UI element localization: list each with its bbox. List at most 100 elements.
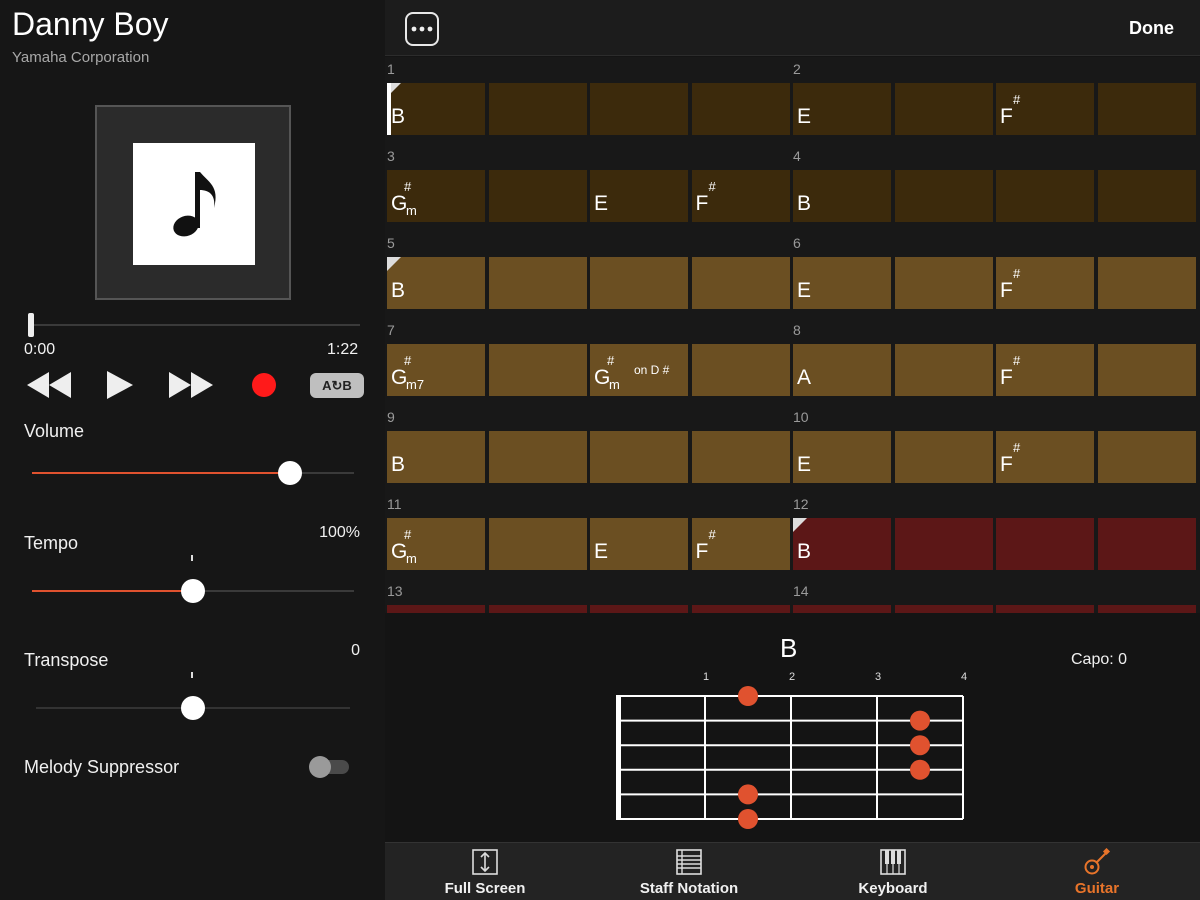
beat-cell[interactable]: G # m7 [387, 344, 485, 396]
play-button[interactable] [102, 370, 138, 400]
measure-13: 13 [387, 579, 793, 613]
volume-thumb[interactable] [277, 461, 302, 485]
progress-track[interactable] [32, 324, 360, 326]
done-button[interactable]: Done [1129, 18, 1174, 39]
chord-sharp: # [1013, 353, 1021, 368]
record-button[interactable] [250, 370, 278, 400]
beat-cell[interactable] [488, 605, 587, 613]
beat-cell[interactable] [996, 518, 1094, 570]
nav-keyboard[interactable]: Keyboard [793, 843, 993, 900]
beat-cell[interactable] [488, 431, 587, 483]
volume-fill [32, 472, 290, 474]
beat-cell[interactable] [894, 518, 993, 570]
beat-cell[interactable] [996, 605, 1094, 613]
chord-sharp: # [708, 527, 716, 542]
measure-1: 1B [387, 57, 793, 144]
beat-cell[interactable] [691, 83, 790, 135]
beat-cell[interactable] [996, 170, 1094, 222]
beat-cell[interactable]: F # [996, 344, 1094, 396]
record-icon [252, 373, 276, 397]
beat-cell[interactable] [894, 344, 993, 396]
beat-cell[interactable] [1097, 83, 1196, 135]
volume-slider[interactable] [32, 461, 354, 485]
ab-repeat-button[interactable]: A↻B [310, 373, 364, 398]
more-menu-button[interactable] [405, 12, 439, 46]
beat-cell[interactable] [691, 257, 790, 309]
beat-cell[interactable] [488, 83, 587, 135]
chord-root: B [797, 192, 812, 215]
beat-cell[interactable] [691, 431, 790, 483]
rewind-button[interactable] [26, 370, 72, 400]
beat-cell[interactable]: B [793, 518, 891, 570]
measure-number: 7 [387, 322, 395, 338]
beat-cell[interactable] [1097, 344, 1196, 396]
chord-root: A [797, 366, 812, 389]
beat-cell[interactable]: B [387, 431, 485, 483]
tempo-slider[interactable] [32, 579, 354, 603]
beat-cell[interactable]: E [793, 257, 891, 309]
chord-sharp: # [404, 353, 412, 368]
beat-cell[interactable] [590, 257, 688, 309]
beat-cell[interactable] [894, 83, 993, 135]
melody-suppressor-toggle[interactable] [309, 756, 349, 778]
beat-cell[interactable]: E [793, 83, 891, 135]
beat-cell[interactable] [691, 605, 790, 613]
chord-root: F [1000, 453, 1013, 476]
beat-cell[interactable]: B [387, 257, 485, 309]
beat-cell[interactable] [1097, 257, 1196, 309]
beat-cell[interactable] [691, 344, 790, 396]
beat-cell[interactable]: G # m [387, 518, 485, 570]
measure-number: 6 [793, 235, 801, 251]
beat-cell[interactable]: E [590, 518, 688, 570]
beat-cell[interactable] [1097, 605, 1196, 613]
measure-12: 12 B [793, 492, 1199, 579]
beat-cell[interactable]: G # m on D # [590, 344, 688, 396]
transpose-slider[interactable] [36, 696, 350, 720]
beat-cell[interactable] [1097, 170, 1196, 222]
beat-cell[interactable] [894, 170, 993, 222]
beat-cell[interactable]: F # [996, 257, 1094, 309]
beat-cell[interactable] [894, 431, 993, 483]
chord-sharp: # [708, 179, 716, 194]
beat-cell[interactable]: E [793, 431, 891, 483]
beat-cell[interactable] [590, 83, 688, 135]
beat-cell[interactable]: F # [996, 83, 1094, 135]
beat-cell[interactable] [894, 605, 993, 613]
tempo-thumb[interactable] [181, 579, 205, 603]
beat-cell[interactable]: B [387, 83, 485, 135]
fretboard-nut [616, 695, 621, 820]
beat-cell[interactable]: A [793, 344, 891, 396]
nav-label-keyboard: Keyboard [858, 880, 928, 897]
chord-label: E [797, 105, 811, 129]
beat-cell[interactable] [387, 605, 485, 613]
beat-cell[interactable] [488, 257, 587, 309]
beat-cell[interactable]: F # [996, 431, 1094, 483]
beat-cell[interactable] [488, 344, 587, 396]
chord-label: F # [1000, 440, 1020, 477]
beat-cell[interactable]: F # [691, 170, 790, 222]
chord-root: B [391, 453, 406, 476]
nav-full-screen[interactable]: Full Screen [385, 843, 585, 900]
transpose-thumb[interactable] [181, 696, 205, 720]
beat-cell[interactable] [590, 605, 688, 613]
beat-cell[interactable] [1097, 431, 1196, 483]
beat-cell[interactable] [488, 170, 587, 222]
nav-guitar[interactable]: Guitar [997, 843, 1197, 900]
beat-cell[interactable] [1097, 518, 1196, 570]
beat-cell[interactable] [590, 431, 688, 483]
beat-cell[interactable]: E [590, 170, 688, 222]
nav-staff-notation[interactable]: Staff Notation [589, 843, 789, 900]
chord-grid[interactable]: 1 B 2 E F #3 G # m E F #4 B 5 B 6 E F #7 G # m7 G # m on D #8 A F #9… [385, 57, 1200, 613]
beat-cell[interactable]: G # m [387, 170, 485, 222]
beat-cell[interactable] [488, 518, 587, 570]
tempo-fill [32, 590, 193, 592]
progress-thumb[interactable] [28, 313, 34, 337]
chord-root: G [594, 366, 611, 389]
beat-cell[interactable]: B [793, 170, 891, 222]
chord-label: F # [1000, 266, 1020, 303]
play-icon [107, 371, 133, 399]
beat-cell[interactable] [793, 605, 891, 613]
beat-cell[interactable] [894, 257, 993, 309]
fast-forward-button[interactable] [168, 370, 214, 400]
beat-cell[interactable]: F # [691, 518, 790, 570]
